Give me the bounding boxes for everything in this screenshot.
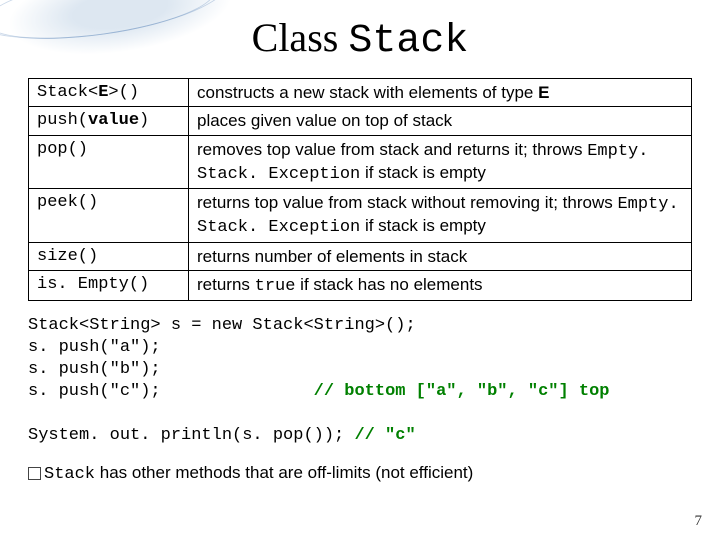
page-number: 7	[695, 513, 703, 530]
footnote: Stack has other methods that are off-lim…	[28, 462, 692, 486]
table-row: push(value) places given value on top of…	[29, 107, 692, 135]
table-row: pop() removes top value from stack and r…	[29, 135, 692, 189]
title-mono: Stack	[348, 19, 468, 64]
checkbox-icon	[28, 467, 41, 480]
slide-title: Class Stack	[0, 0, 720, 74]
title-prefix: Class	[252, 15, 349, 60]
api-table: Stack<E>() constructs a new stack with e…	[28, 78, 692, 301]
table-row: is. Empty() returns true if stack has no…	[29, 270, 692, 300]
table-row: peek() returns top value from stack with…	[29, 189, 692, 243]
table-row: Stack<E>() constructs a new stack with e…	[29, 79, 692, 107]
table-row: size() returns number of elements in sta…	[29, 242, 692, 270]
code-example: Stack<String> s = new Stack<String>(); s…	[28, 315, 692, 448]
